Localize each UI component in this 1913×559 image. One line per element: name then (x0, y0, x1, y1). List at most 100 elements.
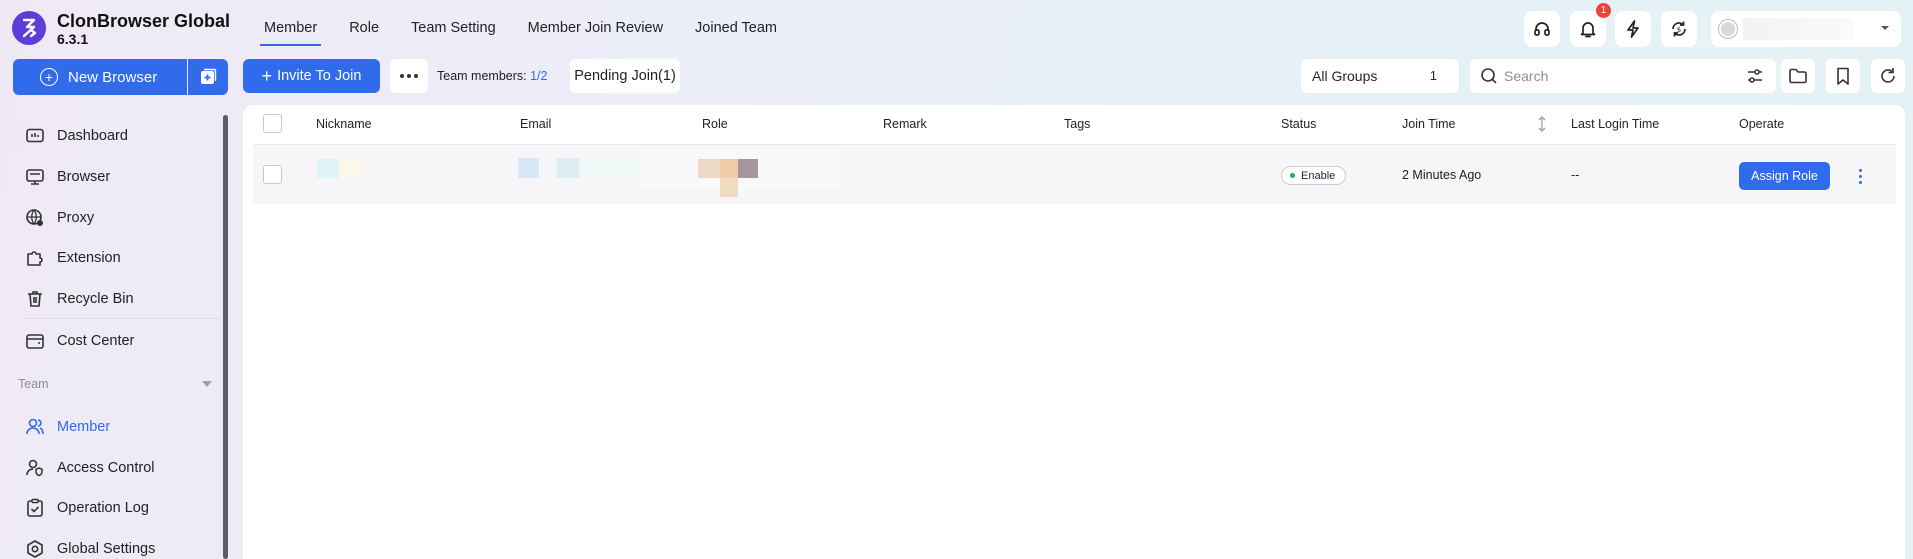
role-redacted-part (720, 178, 738, 197)
new-browser-button[interactable]: + New Browser (13, 59, 187, 95)
dashboard-icon (24, 125, 46, 147)
sidebar-item-label: Access Control (57, 460, 155, 476)
folder-button[interactable] (1781, 59, 1815, 93)
sync-icon: $ (1672, 21, 1686, 37)
nickname-redacted (317, 159, 339, 178)
sidebar-item-member[interactable]: Member (24, 411, 214, 443)
browser-icon (24, 166, 46, 188)
table-row[interactable] (253, 145, 1896, 204)
sync-button[interactable]: $ (1661, 11, 1697, 47)
column-header-tags: Tags (1064, 117, 1091, 131)
search-box (1470, 59, 1776, 93)
app-logo (12, 11, 46, 45)
role-redacted (698, 159, 720, 178)
more-dots-icon (400, 74, 418, 78)
add-square-icon (201, 68, 217, 84)
bookmark-button[interactable] (1826, 59, 1860, 93)
search-input[interactable] (1504, 66, 1724, 86)
tab-member-join-review[interactable]: Member Join Review (512, 0, 679, 56)
select-all-checkbox[interactable] (263, 114, 282, 133)
team-members-count: Team members: 1/2 (437, 69, 547, 83)
app-version: 6.3.1 (57, 31, 89, 47)
column-header-status: Status (1281, 117, 1317, 131)
column-header-remark: Remark (883, 117, 927, 131)
row-more-icon[interactable] (1853, 165, 1867, 187)
sidebar-item-extension[interactable]: Extension (24, 242, 214, 274)
sidebar-scrollbar[interactable] (223, 115, 228, 559)
column-header-operate: Operate (1739, 117, 1785, 131)
status-badge: Enable (1281, 166, 1347, 185)
sidebar-item-label: Member (57, 419, 111, 435)
group-filter-select[interactable]: All Groups 1 (1301, 59, 1459, 93)
proxy-icon (24, 207, 46, 229)
quick-action-button[interactable] (1615, 11, 1651, 47)
email-redacted (518, 158, 539, 178)
support-button[interactable] (1524, 11, 1560, 47)
email-redacted-part (557, 158, 579, 178)
team-members-label: Team members: (437, 69, 527, 83)
role-redacted-part (720, 159, 738, 178)
tab-team-setting[interactable]: Team Setting (395, 0, 512, 56)
sidebar-item-proxy[interactable]: Proxy (24, 202, 214, 234)
sidebar-item-label: Recycle Bin (57, 291, 134, 307)
headset-icon (1534, 22, 1550, 36)
sidebar-item-global-settings[interactable]: Global Settings (24, 533, 214, 559)
sidebar-item-dashboard[interactable]: Dashboard (24, 120, 214, 152)
sidebar-item-cost-center[interactable]: Cost Center (24, 325, 214, 357)
last-login-cell: -- (1571, 168, 1580, 182)
account-menu[interactable] (1711, 11, 1901, 47)
search-icon (1481, 68, 1497, 84)
row-checkbox[interactable] (263, 165, 282, 184)
global-settings-icon (24, 538, 46, 559)
sidebar-item-label: Cost Center (57, 333, 135, 349)
tab-joined-team[interactable]: Joined Team (679, 0, 793, 56)
notification-badge: 1 (1596, 3, 1611, 18)
bookmark-icon (1837, 67, 1849, 85)
sort-icon[interactable] (1537, 116, 1547, 132)
tab-member[interactable]: Member (248, 0, 333, 56)
access-control-icon (24, 457, 46, 479)
logo-glyph-icon (22, 18, 37, 38)
sidebar-divider (24, 318, 221, 319)
status-dot-icon (1290, 173, 1295, 178)
pending-join-button[interactable]: Pending Join(1) (570, 59, 680, 93)
batch-create-button[interactable] (188, 59, 228, 95)
app-name: ClonBrowser Global (57, 11, 231, 31)
bell-icon (1580, 22, 1596, 38)
group-filter-label: All Groups (1312, 68, 1378, 84)
sidebar-item-recycle-bin[interactable]: Recycle Bin (24, 283, 214, 315)
sidebar-item-label: Browser (57, 169, 111, 185)
sidebar-item-operation-log[interactable]: Operation Log (24, 492, 214, 524)
cost-center-icon (24, 330, 46, 352)
column-header-nickname: Nickname (316, 117, 372, 131)
new-browser-label: New Browser (68, 68, 158, 86)
column-header-email: Email (520, 117, 552, 131)
team-collapse-icon[interactable] (201, 379, 213, 389)
column-header-last-login-time: Last Login Time (1571, 117, 1660, 131)
sidebar-item-label: Operation Log (57, 500, 149, 516)
sidebar-item-label: Proxy (57, 210, 95, 226)
top-tabs: Member Role Team Setting Member Join Rev… (248, 0, 793, 56)
column-header-join-time[interactable]: Join Time (1402, 117, 1456, 131)
plus-icon: + (261, 66, 273, 86)
tab-role[interactable]: Role (333, 0, 395, 56)
sidebar-item-label: Global Settings (57, 541, 156, 557)
more-options-button[interactable] (390, 59, 428, 93)
sidebar-item-label: Extension (57, 250, 121, 266)
operation-log-icon (24, 497, 46, 519)
sidebar-item-access-control[interactable]: Access Control (24, 452, 214, 484)
sidebar-item-label: Dashboard (57, 128, 128, 144)
group-filter-count: 1 (1429, 68, 1437, 83)
invite-to-join-button[interactable]: + Invite To Join (243, 59, 380, 93)
svg-text:$: $ (1677, 26, 1681, 34)
team-section-label: Team (18, 377, 49, 391)
join-time-cell: 2 Minutes Ago (1402, 168, 1482, 182)
nickname-redacted-part (339, 159, 359, 178)
team-members-value: 1/2 (530, 69, 548, 83)
filter-sliders-icon[interactable] (1746, 67, 1764, 85)
refresh-button[interactable] (1871, 59, 1905, 93)
folder-icon (1789, 68, 1807, 84)
email-redacted-part (579, 158, 639, 178)
assign-role-button[interactable]: Assign Role (1739, 162, 1830, 190)
sidebar-item-browser[interactable]: Browser (24, 161, 214, 193)
